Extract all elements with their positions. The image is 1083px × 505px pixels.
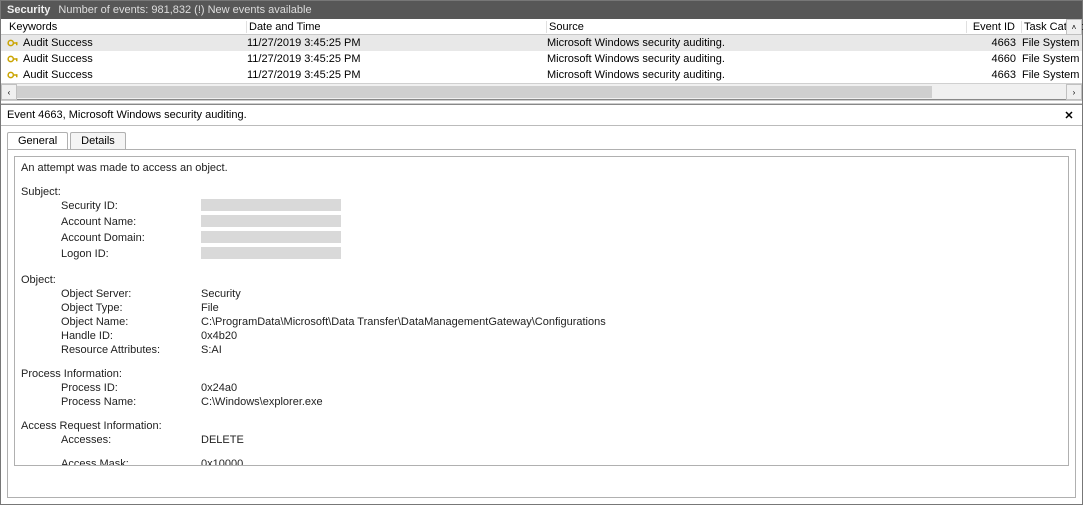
security-id-redacted (201, 199, 341, 211)
object-name-value: C:\ProgramData\Microsoft\Data Transfer\D… (201, 315, 1062, 329)
account-domain-redacted (201, 231, 341, 243)
event-viewer-window: Security Number of events: 981,832 (!) N… (0, 0, 1083, 505)
object-section: Object: Object Server:Security Object Ty… (21, 273, 1062, 357)
tab-details[interactable]: Details (70, 132, 126, 149)
cell-datetime: 11/27/2019 3:45:25 PM (247, 53, 547, 65)
logon-id-label: Logon ID: (61, 247, 201, 263)
scroll-up-button[interactable]: ˄ (1066, 19, 1082, 35)
subject-label: Subject: (21, 185, 1062, 199)
object-type-value: File (201, 301, 1062, 315)
col-source[interactable]: Source (547, 21, 967, 33)
access-mask-label: Access Mask: (61, 457, 201, 466)
table-row[interactable]: Audit Success 11/27/2019 3:45:25 PMMicros… (1, 35, 1082, 51)
cell-keywords: Audit Success (23, 37, 93, 49)
handle-id-label: Handle ID: (61, 329, 201, 343)
col-keywords[interactable]: Keywords (7, 21, 247, 33)
handle-id-value: 0x4b20 (201, 329, 1062, 343)
process-section: Process Information: Process ID:0x24a0 P… (21, 367, 1062, 409)
cell-keywords: Audit Success (23, 69, 93, 81)
security-id-label: Security ID: (61, 199, 201, 215)
account-name-label: Account Name: (61, 215, 201, 231)
account-domain-label: Account Domain: (61, 231, 201, 247)
cell-taskcategory: File System (1022, 53, 1079, 65)
process-name-value: C:\Windows\explorer.exe (201, 395, 1062, 409)
event-rows: Audit Success11/27/2019 3:45:25 PMMicros… (1, 35, 1082, 83)
cell-source: Microsoft Windows security auditing. (547, 69, 967, 81)
hscroll-left-button[interactable]: ‹ (1, 84, 17, 100)
object-type-label: Object Type: (61, 301, 201, 315)
process-name-label: Process Name: (61, 395, 201, 409)
close-icon[interactable]: ✕ (1062, 108, 1076, 122)
object-server-value: Security (201, 287, 1062, 301)
col-datetime[interactable]: Date and Time (247, 21, 547, 33)
event-list-pane: Keywords Date and Time Source Event ID T… (1, 19, 1082, 100)
titlebar: Security Number of events: 981,832 (!) N… (1, 1, 1082, 19)
detail-titlebar: Event 4663, Microsoft Windows security a… (1, 105, 1082, 126)
tab-general[interactable]: General (7, 132, 68, 149)
resource-attr-label: Resource Attributes: (61, 343, 201, 357)
cell-taskcategory: File System (1022, 37, 1079, 49)
object-name-label: Object Name: (61, 315, 201, 329)
access-section: Access Request Information: Accesses:DEL… (21, 419, 1062, 466)
column-headers: Keywords Date and Time Source Event ID T… (1, 19, 1082, 35)
key-icon (7, 37, 19, 49)
accesses-label: Accesses: (61, 433, 201, 447)
event-counts: Number of events: 981,832 (!) New events… (58, 4, 311, 16)
event-detail-pane: Event 4663, Microsoft Windows security a… (1, 104, 1082, 504)
process-id-value: 0x24a0 (201, 381, 1062, 395)
resource-attr-value: S:AI (201, 343, 1062, 357)
access-label: Access Request Information: (21, 419, 1062, 433)
detail-tabs: General Details (1, 126, 1082, 149)
accesses-value: DELETE (201, 433, 1062, 447)
cell-eventid: 4663 (967, 69, 1022, 81)
msg-headline: An attempt was made to access an object. (21, 161, 1062, 175)
table-row[interactable]: Audit Success 11/27/2019 3:45:25 PMMicros… (1, 51, 1082, 67)
key-icon (7, 69, 19, 81)
process-label: Process Information: (21, 367, 1062, 381)
cell-keywords: Audit Success (23, 53, 93, 65)
log-name: Security (7, 4, 50, 16)
cell-eventid: 4660 (967, 53, 1022, 65)
table-row[interactable]: Audit Success 11/27/2019 3:45:25 PMMicros… (1, 67, 1082, 83)
cell-datetime: 11/27/2019 3:45:25 PM (247, 37, 547, 49)
object-server-label: Object Server: (61, 287, 201, 301)
cell-eventid: 4663 (967, 37, 1022, 49)
hscroll-thumb[interactable] (17, 86, 932, 98)
access-mask-value: 0x10000 (201, 457, 1062, 466)
key-icon (7, 53, 19, 65)
subject-section: Subject: Security ID: Account Name: Acco… (21, 185, 1062, 263)
process-id-label: Process ID: (61, 381, 201, 395)
hscroll-right-button[interactable]: › (1066, 84, 1082, 100)
event-message-box[interactable]: An attempt was made to access an object.… (14, 156, 1069, 466)
col-eventid[interactable]: Event ID (967, 21, 1022, 33)
tab-general-body: An attempt was made to access an object.… (7, 149, 1076, 498)
detail-title-text: Event 4663, Microsoft Windows security a… (7, 109, 247, 121)
cell-taskcategory: File System (1022, 69, 1079, 81)
cell-datetime: 11/27/2019 3:45:25 PM (247, 69, 547, 81)
cell-source: Microsoft Windows security auditing. (547, 37, 967, 49)
object-label: Object: (21, 273, 1062, 287)
cell-source: Microsoft Windows security auditing. (547, 53, 967, 65)
account-name-redacted (201, 215, 341, 227)
horizontal-scrollbar[interactable]: ‹ › (1, 83, 1082, 99)
logon-id-redacted (201, 247, 341, 259)
